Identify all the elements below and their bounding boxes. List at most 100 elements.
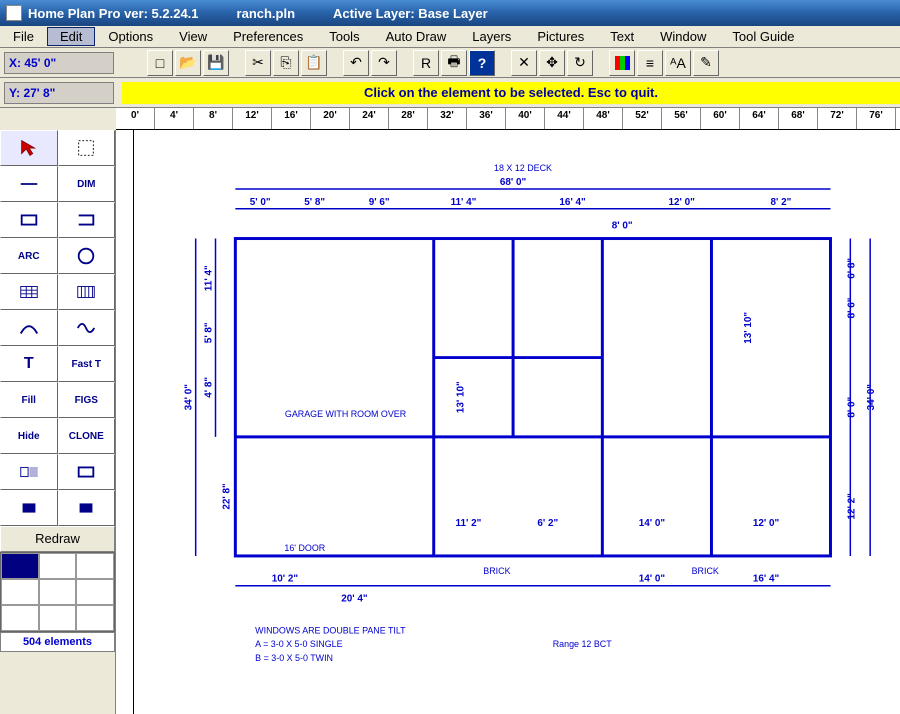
hatch1-tool[interactable] <box>0 274 58 310</box>
color-swatch[interactable] <box>1 553 39 579</box>
menu-tool-guide[interactable]: Tool Guide <box>719 27 807 46</box>
menu-edit[interactable]: Edit <box>47 27 95 46</box>
figs-tool[interactable]: FIGS <box>58 382 116 418</box>
dim-tool[interactable]: DIM <box>58 166 116 202</box>
hatch2-tool[interactable] <box>58 274 116 310</box>
flip-v-tool[interactable] <box>58 454 116 490</box>
ruler-tick: 64' <box>740 108 779 129</box>
svg-text:6' 2": 6' 2" <box>537 518 558 529</box>
paste-icon[interactable]: 📋 <box>301 50 327 76</box>
svg-text:11' 4": 11' 4" <box>204 265 215 291</box>
line-tool[interactable] <box>0 166 58 202</box>
rotate-icon[interactable]: ↻ <box>567 50 593 76</box>
open-file-icon[interactable]: 📂 <box>175 50 201 76</box>
circle-tool[interactable] <box>58 238 116 274</box>
app-title: Home Plan Pro ver: 5.2.24.1 <box>28 6 199 21</box>
redo-icon[interactable]: ↷ <box>371 50 397 76</box>
color-swatch[interactable] <box>39 553 77 579</box>
menu-preferences[interactable]: Preferences <box>220 27 316 46</box>
ruler-tick: 32' <box>428 108 467 129</box>
menu-view[interactable]: View <box>166 27 220 46</box>
ruler-tick: 12' <box>233 108 272 129</box>
color-swatch[interactable] <box>1 605 39 631</box>
file-name: ranch.pln <box>237 6 296 21</box>
vertical-ruler <box>116 130 134 714</box>
color-swatch[interactable] <box>76 553 114 579</box>
lines-icon[interactable]: ≡ <box>637 50 663 76</box>
rect-tool[interactable] <box>0 202 58 238</box>
new-file-icon[interactable]: □ <box>147 50 173 76</box>
preview-icon[interactable]: R <box>413 50 439 76</box>
svg-text:16' DOOR: 16' DOOR <box>284 543 325 553</box>
delete-icon[interactable]: ✕ <box>511 50 537 76</box>
box2-tool[interactable] <box>58 490 116 526</box>
menu-tools[interactable]: Tools <box>316 27 372 46</box>
color-swatch[interactable] <box>76 579 114 605</box>
flip-h-tool[interactable] <box>0 454 58 490</box>
svg-text:13' 10": 13' 10" <box>455 381 466 413</box>
app-icon <box>6 5 22 21</box>
svg-text:BRICK: BRICK <box>483 566 510 576</box>
arc-tool[interactable]: ARC <box>0 238 58 274</box>
help-icon[interactable]: ? <box>469 50 495 76</box>
color-swatch[interactable] <box>39 579 77 605</box>
ruler-tick: 4' <box>155 108 194 129</box>
rect-open-tool[interactable] <box>58 202 116 238</box>
svg-text:34' 0": 34' 0" <box>866 384 877 411</box>
color-swatch[interactable] <box>39 605 77 631</box>
undo-icon[interactable]: ↶ <box>343 50 369 76</box>
clone-tool[interactable]: CLONE <box>58 418 116 454</box>
print-icon[interactable]: 🖶 <box>441 50 467 76</box>
menu-auto-draw[interactable]: Auto Draw <box>373 27 460 46</box>
save-icon[interactable]: 💾 <box>203 50 229 76</box>
svg-text:10' 2": 10' 2" <box>272 574 299 585</box>
ruler-tick: 0' <box>116 108 155 129</box>
color-swatch[interactable] <box>76 605 114 631</box>
tool-panel: DIMARCTFast TFillFIGSHideCLONE Redraw 50… <box>0 130 116 714</box>
redraw-button[interactable]: Redraw <box>0 526 115 552</box>
brush-icon[interactable]: ✎ <box>693 50 719 76</box>
marquee-select[interactable] <box>58 130 116 166</box>
menu-pictures[interactable]: Pictures <box>524 27 597 46</box>
box1-tool[interactable] <box>0 490 58 526</box>
ruler-tick: 8' <box>194 108 233 129</box>
move-icon[interactable]: ✥ <box>539 50 565 76</box>
select-arrow[interactable] <box>0 130 58 166</box>
copy-icon[interactable]: ⎘ <box>273 50 299 76</box>
text-tool[interactable]: T <box>0 346 58 382</box>
svg-text:68' 0": 68' 0" <box>500 177 527 188</box>
curve2-tool[interactable] <box>58 310 116 346</box>
menu-layers[interactable]: Layers <box>459 27 524 46</box>
x-coord-readout: X: 45' 0" <box>4 52 114 74</box>
menu-text[interactable]: Text <box>597 27 647 46</box>
svg-text:WINDOWS ARE DOUBLE PANE TILT: WINDOWS ARE DOUBLE PANE TILT <box>255 625 406 635</box>
ruler-tick: 76' <box>857 108 896 129</box>
svg-text:A = 3-0 X 5-0 SINGLE: A = 3-0 X 5-0 SINGLE <box>255 639 342 649</box>
svg-text:11' 4": 11' 4" <box>451 197 477 208</box>
svg-text:9' 6": 9' 6" <box>369 197 390 208</box>
color-swatch[interactable] <box>1 579 39 605</box>
curve-tool[interactable] <box>0 310 58 346</box>
svg-text:BRICK: BRICK <box>692 566 719 576</box>
cut-icon[interactable]: ✂ <box>245 50 271 76</box>
menu-window[interactable]: Window <box>647 27 719 46</box>
svg-text:8' 0": 8' 0" <box>612 221 633 232</box>
drawing-canvas[interactable]: 68' 0" 18 X 12 DECK 5' 0"5' 8"9' 6"11' 4… <box>116 130 900 714</box>
floorplan-drawing[interactable]: 68' 0" 18 X 12 DECK 5' 0"5' 8"9' 6"11' 4… <box>156 150 890 704</box>
svg-text:4' 8": 4' 8" <box>204 377 215 398</box>
svg-text:13' 10": 13' 10" <box>743 312 754 344</box>
svg-text:34' 0": 34' 0" <box>184 384 195 411</box>
font-icon[interactable]: ᴬA <box>665 50 691 76</box>
menu-options[interactable]: Options <box>95 27 166 46</box>
ruler-tick: 24' <box>350 108 389 129</box>
fast-text-tool[interactable]: Fast T <box>58 346 116 382</box>
ruler-tick: 68' <box>779 108 818 129</box>
svg-text:22' 8": 22' 8" <box>221 483 232 510</box>
color-icon[interactable] <box>609 50 635 76</box>
ruler-tick: 72' <box>818 108 857 129</box>
svg-text:12' 2": 12' 2" <box>846 493 857 520</box>
fill-tool[interactable]: Fill <box>0 382 58 418</box>
hide-tool[interactable]: Hide <box>0 418 58 454</box>
menu-file[interactable]: File <box>0 27 47 46</box>
color-palette[interactable] <box>0 552 115 632</box>
